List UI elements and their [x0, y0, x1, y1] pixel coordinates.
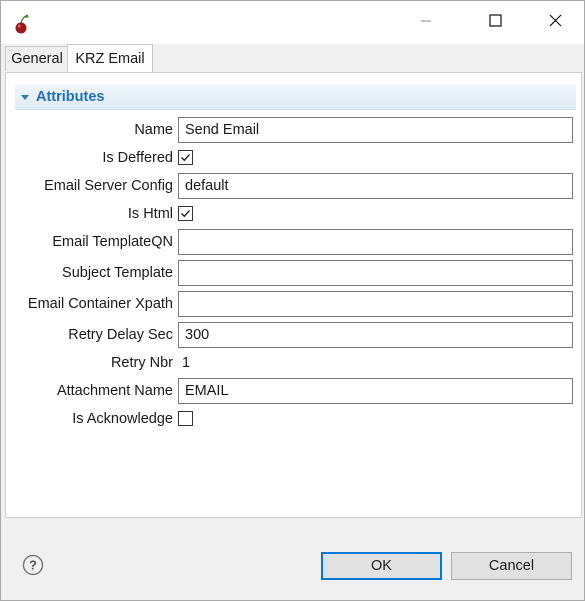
retry-delay-sec-input[interactable] — [178, 322, 573, 348]
minimize-icon — [420, 14, 432, 31]
close-button[interactable] — [532, 1, 578, 44]
email-template-qn-input[interactable] — [178, 229, 573, 255]
attributes-panel: Attributes Name Is Deffered Email Server… — [5, 72, 582, 518]
is-html-label: Is Html — [127, 206, 173, 222]
minimize-button[interactable] — [403, 1, 449, 44]
row-is-html: Is Html — [6, 201, 581, 227]
name-input[interactable] — [178, 117, 573, 143]
close-icon — [549, 14, 562, 31]
row-email-template-qn: Email TemplateQN — [6, 229, 581, 255]
email-server-config-label: Email Server Config — [44, 178, 173, 194]
svg-text:?: ? — [29, 558, 37, 573]
email-container-xpath-label: Email Container Xpath — [27, 296, 173, 312]
retry-nbr-value: 1 — [182, 355, 191, 371]
row-name: Name — [6, 117, 581, 143]
maximize-button[interactable] — [472, 1, 518, 44]
row-is-deffered: Is Deffered — [6, 145, 581, 171]
row-email-container-xpath: Email Container Xpath — [6, 291, 581, 317]
retry-delay-sec-label: Retry Delay Sec — [68, 327, 173, 343]
cancel-button[interactable]: Cancel — [451, 552, 572, 580]
maximize-icon — [488, 14, 502, 31]
subject-template-label: Subject Template — [62, 265, 173, 281]
dialog-window: General KRZ Email Attributes Name Is Def… — [0, 0, 585, 601]
is-acknowledge-label: Is Acknowledge — [72, 411, 173, 427]
is-deffered-label: Is Deffered — [102, 150, 173, 166]
tab-krz-email[interactable]: KRZ Email — [67, 44, 153, 73]
is-acknowledge-checkbox[interactable] — [178, 411, 193, 426]
row-retry-delay-sec: Retry Delay Sec — [6, 322, 581, 348]
triangle-down-icon — [21, 94, 29, 100]
attachment-name-label: Attachment Name — [56, 383, 173, 399]
ok-button[interactable]: OK — [321, 552, 442, 580]
tab-general[interactable]: General — [5, 46, 69, 71]
name-label: Name — [134, 122, 173, 138]
help-icon[interactable]: ? — [22, 554, 44, 576]
row-subject-template: Subject Template — [6, 260, 581, 286]
row-retry-nbr: Retry Nbr 1 — [6, 350, 581, 376]
title-bar — [1, 1, 584, 44]
email-container-xpath-input[interactable] — [178, 291, 573, 317]
retry-nbr-label: Retry Nbr — [110, 355, 173, 371]
row-email-server-config: Email Server Config — [6, 173, 581, 199]
section-title: Attributes — [36, 89, 105, 105]
cherry-icon — [13, 13, 31, 35]
subject-template-input[interactable] — [178, 260, 573, 286]
row-attachment-name: Attachment Name — [6, 378, 581, 404]
is-html-checkbox[interactable] — [178, 206, 193, 221]
section-header-attributes[interactable]: Attributes — [15, 85, 576, 110]
row-is-acknowledge: Is Acknowledge — [6, 406, 581, 432]
email-template-qn-label: Email TemplateQN — [52, 234, 173, 250]
is-deffered-checkbox[interactable] — [178, 150, 193, 165]
email-server-config-input[interactable] — [178, 173, 573, 199]
tab-bar: General KRZ Email — [5, 44, 580, 73]
attachment-name-input[interactable] — [178, 378, 573, 404]
